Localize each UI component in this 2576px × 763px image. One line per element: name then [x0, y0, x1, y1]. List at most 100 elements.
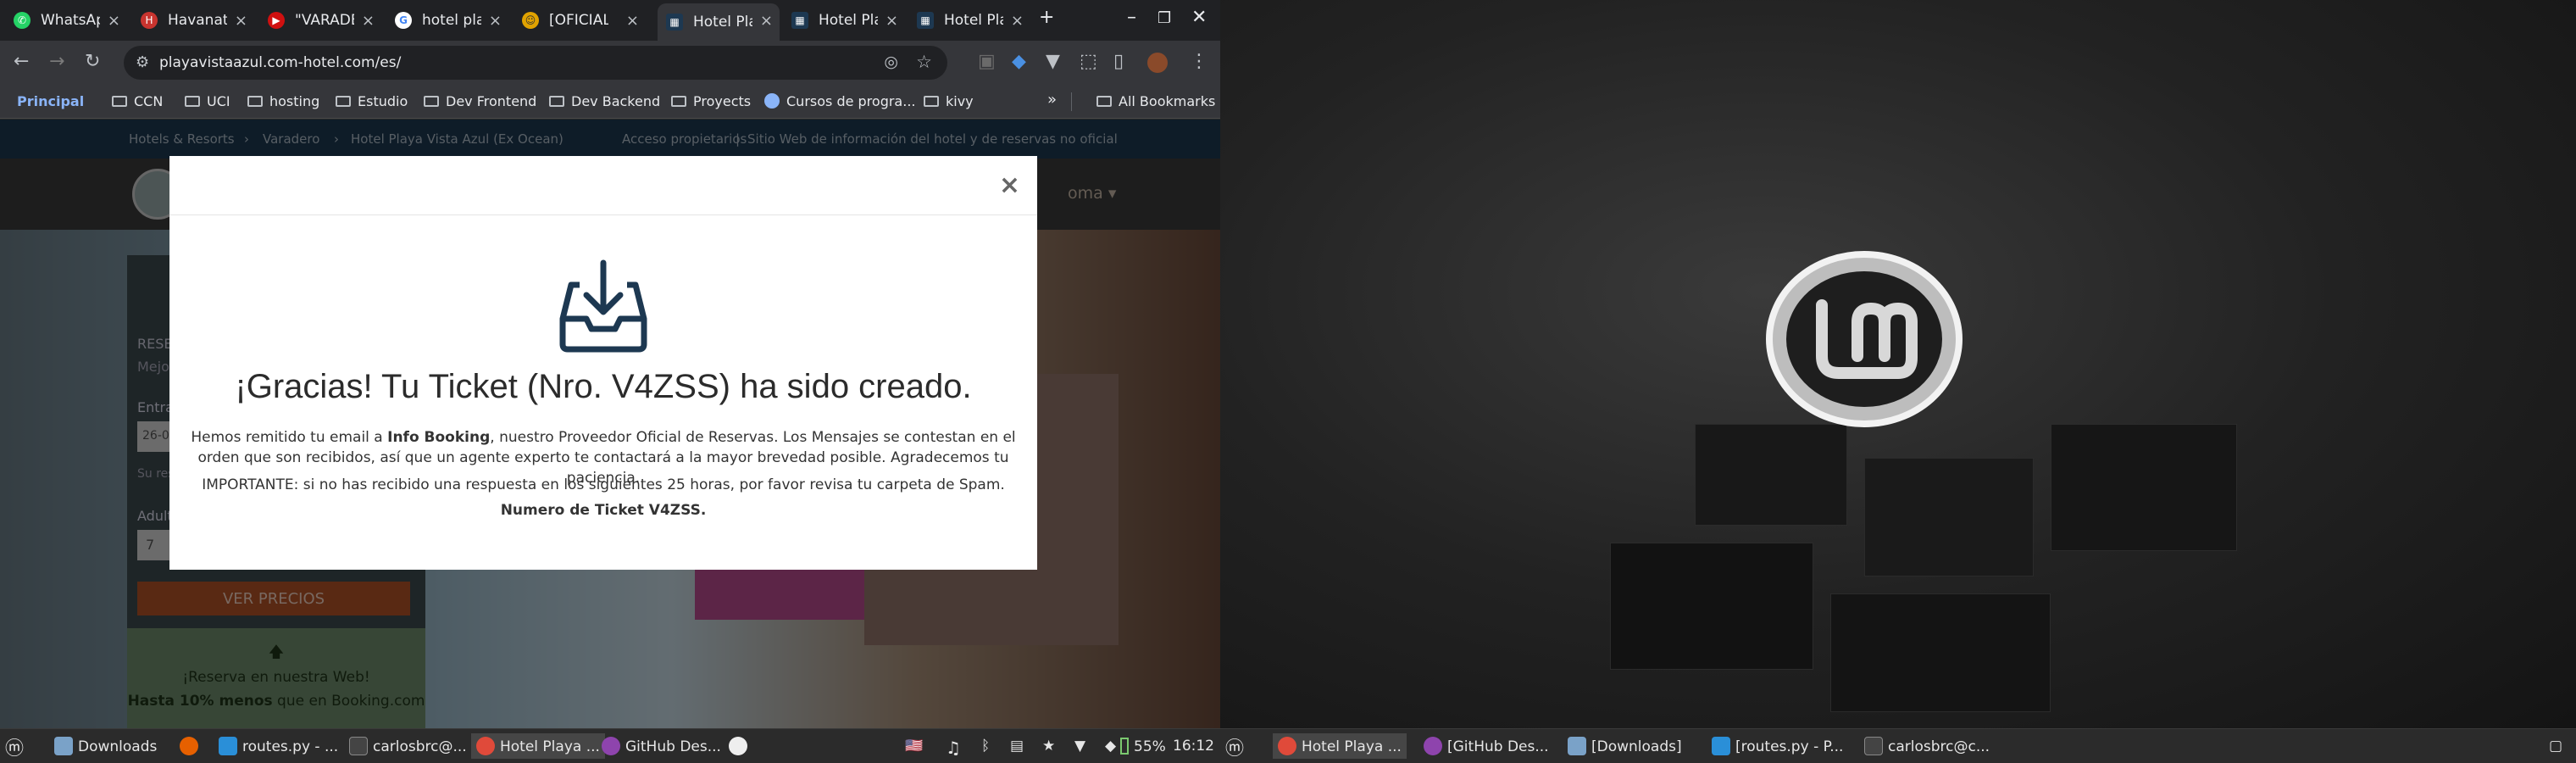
- ticket-modal: × ¡Gracias! Tu Ticket (Nro. V4ZSS) ha si…: [169, 156, 1037, 570]
- profile-avatar[interactable]: [1147, 53, 1168, 73]
- taskbar-terminal[interactable]: carlosbrc@...: [349, 737, 467, 755]
- all-bookmarks[interactable]: All Bookmarks: [1096, 93, 1215, 109]
- bookmark-folder-hosting[interactable]: hosting: [247, 93, 319, 109]
- close-tab-icon[interactable]: ×: [886, 12, 898, 30]
- hotel-icon: ▦: [917, 12, 934, 29]
- bookmark-folder-ccn[interactable]: CCN: [112, 93, 163, 109]
- taskbar-terminal[interactable]: carlosbrc@c...: [1864, 737, 1990, 755]
- bookmark-folder-uci[interactable]: UCI: [185, 93, 230, 109]
- bookmark-folder-dev-backend[interactable]: Dev Backend: [549, 93, 660, 109]
- taskbar-chrome[interactable]: Hotel Playa ...: [1273, 733, 1407, 759]
- taskbar-downloads[interactable]: Downloads: [54, 737, 157, 755]
- taskbar-label: Downloads: [78, 738, 158, 755]
- taskbar-github[interactable]: GitHub Des...: [602, 737, 721, 755]
- close-tab-icon[interactable]: ×: [362, 12, 375, 30]
- tab-6[interactable]: ▦ Hotel Playa ×: [783, 3, 905, 37]
- tab-1[interactable]: H Havanatur ×: [132, 3, 254, 37]
- minimize-icon[interactable]: –: [1127, 7, 1136, 28]
- vue-devtools-icon[interactable]: ▼: [1046, 51, 1060, 72]
- left-monitor: ✆ WhatsApp × H Havanatur × ▶ "VARADERO × Ghote…: [0, 0, 1220, 763]
- eye-off-icon[interactable]: ◎: [884, 53, 898, 71]
- mint-app-icon[interactable]: [729, 737, 752, 755]
- tab-label: Hotel Playa: [819, 12, 878, 29]
- terminal-icon: [1864, 737, 1883, 755]
- wallpaper-tile: [2051, 424, 2237, 551]
- bookmark-cursos[interactable]: Cursos de progra...: [764, 93, 916, 109]
- extension-icon[interactable]: ▣: [978, 51, 996, 72]
- reload-icon[interactable]: ↻: [85, 51, 100, 72]
- close-window-icon[interactable]: ✕: [1191, 7, 1207, 28]
- sidepanel-icon[interactable]: ▯: [1113, 51, 1124, 72]
- wallpaper-tile: [1610, 543, 1813, 670]
- star-icon[interactable]: ★: [1042, 738, 1055, 755]
- close-tab-icon[interactable]: ×: [108, 12, 120, 30]
- close-tab-icon[interactable]: ×: [489, 12, 502, 30]
- github-icon: [1424, 737, 1442, 755]
- taskbar-chrome[interactable]: Hotel Playa ...: [471, 733, 605, 759]
- bookmark-label: Proyects: [693, 93, 752, 109]
- shield-icon[interactable]: ◆: [1105, 738, 1116, 755]
- close-tab-icon[interactable]: ×: [1011, 12, 1024, 30]
- leaf-icon: [729, 737, 747, 755]
- forward-icon[interactable]: →: [49, 51, 64, 72]
- bookmark-label: CCN: [134, 93, 164, 109]
- bluetooth-icon[interactable]: ᛒ: [981, 738, 990, 755]
- close-tab-icon[interactable]: ×: [235, 12, 247, 30]
- address-bar[interactable]: ⚙ playavistaazul.com-hotel.com/es/ ◎ ☆: [124, 46, 947, 80]
- new-tab-icon[interactable]: +: [1039, 7, 1054, 28]
- bookmark-label: UCI: [207, 93, 230, 109]
- modal-close-button[interactable]: ×: [999, 173, 1020, 198]
- tab-2[interactable]: ▶ "VARADERO ×: [259, 3, 381, 37]
- mint-menu-icon[interactable]: ⓜ: [5, 733, 24, 760]
- tab-4[interactable]: ☺ [OFICIAL] ×: [514, 3, 646, 37]
- tab-label: "VARADERO: [295, 12, 354, 29]
- bookmark-principal[interactable]: Principal: [17, 93, 84, 109]
- folder-icon: [54, 737, 73, 755]
- us-flag-icon[interactable]: 🇺🇸: [905, 738, 923, 755]
- tab-0[interactable]: ✆ WhatsApp ×: [5, 3, 127, 37]
- show-desktop-icon[interactable]: ▢: [2549, 738, 2562, 755]
- firefox-icon[interactable]: [180, 737, 203, 755]
- taskbar-vscode[interactable]: [routes.py - P...: [1712, 737, 1843, 755]
- vpn-shield-icon[interactable]: ◆: [1012, 51, 1026, 72]
- folder-icon: [924, 96, 939, 107]
- maximize-icon[interactable]: ❐: [1158, 9, 1171, 27]
- bookmark-folder-proyects[interactable]: Proyects: [671, 93, 751, 109]
- wifi-icon[interactable]: ▼: [1074, 738, 1085, 755]
- tab-7[interactable]: ▦ Hotel Playa ×: [908, 3, 1030, 37]
- clock[interactable]: 16:12: [1173, 738, 1214, 755]
- music-icon[interactable]: ♫: [946, 738, 961, 758]
- menu-dots-icon[interactable]: ⋮: [1190, 51, 1208, 72]
- taskbar-label: [Downloads]: [1591, 738, 1682, 755]
- tab-label: [OFICIAL]: [549, 12, 608, 29]
- clipboard-icon[interactable]: ▤: [1010, 738, 1024, 755]
- url-text[interactable]: playavistaazul.com-hotel.com/es/: [159, 54, 401, 71]
- bookmark-star-icon[interactable]: ☆: [916, 52, 932, 72]
- taskbar-label: Hotel Playa ...: [1302, 738, 1402, 755]
- bookmark-folder-estudio[interactable]: Estudio: [336, 93, 408, 109]
- tab-5-active[interactable]: ▦ Hotel Playa ×: [658, 3, 780, 41]
- mint-menu-icon[interactable]: ⓜ: [1225, 733, 1244, 760]
- taskbar-downloads[interactable]: [Downloads]: [1568, 737, 1682, 755]
- modal-header: ×: [169, 156, 1037, 215]
- bookmark-label: Dev Backend: [571, 93, 661, 109]
- taskbar-label: carlosbrc@...: [373, 738, 467, 755]
- taskbar-github[interactable]: [GitHub Des...: [1424, 737, 1549, 755]
- site-info-icon[interactable]: ⚙: [136, 53, 149, 71]
- battery-indicator[interactable]: 55%: [1120, 738, 1166, 755]
- close-tab-icon[interactable]: ×: [626, 12, 639, 30]
- wallpaper-tile: [1864, 458, 2034, 576]
- taskbar-label: GitHub Des...: [625, 738, 721, 755]
- close-tab-icon[interactable]: ×: [760, 12, 773, 30]
- tab-3[interactable]: Ghotel playa ×: [386, 3, 508, 37]
- bookmark-folder-kivy[interactable]: kivy: [924, 93, 974, 109]
- mint-logo: [1766, 251, 1963, 427]
- taskbar-vscode[interactable]: routes.py - ...: [219, 737, 338, 755]
- extensions-puzzle-icon[interactable]: ⬚: [1080, 51, 1097, 72]
- github-icon: [602, 737, 620, 755]
- back-icon[interactable]: ←: [14, 51, 29, 72]
- more-bookmarks-icon[interactable]: »: [1047, 91, 1057, 109]
- bookmark-label: Dev Frontend: [446, 93, 537, 109]
- bookmark-folder-dev-frontend[interactable]: Dev Frontend: [424, 93, 536, 109]
- vscode-icon: [219, 737, 237, 755]
